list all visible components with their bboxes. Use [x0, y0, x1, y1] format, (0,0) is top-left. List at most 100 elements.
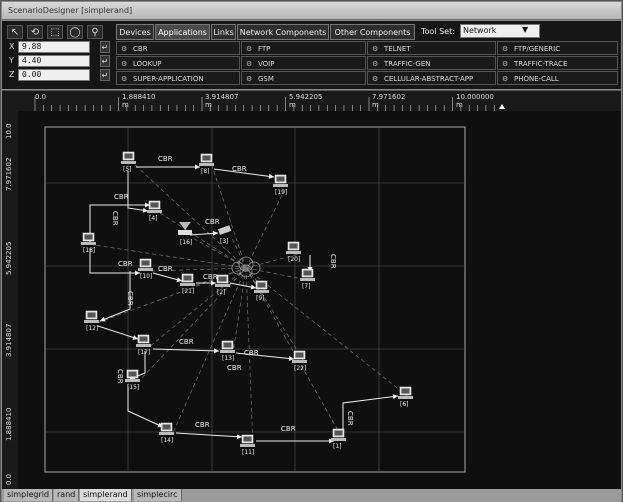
cbr-flow-label: CBR — [244, 349, 259, 357]
x-enter-button[interactable]: ↵ — [100, 41, 110, 53]
ruler-left-label: 1.888410 — [5, 407, 13, 441]
node-label: [19] — [275, 189, 287, 196]
z-enter-button[interactable]: ↵ — [100, 69, 110, 81]
cbr-flow-line — [175, 432, 243, 438]
rect-select-icon[interactable]: ⬚ — [47, 25, 63, 39]
flow-arrow-icon — [132, 335, 138, 340]
component-lookup[interactable]: ⚙ LOOKUP — [116, 56, 240, 70]
component-traffic-trace[interactable]: ⚙ TRAFFIC-TRACE — [497, 56, 618, 70]
zoom-icon[interactable]: ⚲ — [87, 25, 103, 39]
component-label: SUPER-APPLICATION — [133, 75, 204, 83]
computer-node-icon[interactable] — [81, 232, 96, 245]
app-component-icon: ⚙ — [372, 45, 379, 53]
component-super-application[interactable]: ⚙ SUPER-APPLICATION — [116, 71, 240, 85]
component-label: FTP/GENERIC — [514, 45, 561, 53]
canvas-area: 0.0 1.888410 m 3.914807 m 5.942205 m 7.971602 m 1… — [2, 90, 621, 489]
component-ftp-generic[interactable]: ⚙ FTP/GENERIC — [497, 41, 618, 55]
tab-applications[interactable]: Applications — [155, 24, 210, 40]
app-component-icon: ⚙ — [121, 75, 128, 83]
computer-node-icon[interactable] — [273, 174, 288, 187]
component-voip[interactable]: ⚙ VOIP — [241, 56, 366, 70]
computer-node-icon[interactable] — [300, 268, 315, 281]
scenario-canvas[interactable]: CBR CBR CBR CBR CBR CBR CBR CBR CBR CBR CBR CBR CBR C… — [18, 111, 621, 489]
y-enter-button[interactable]: ↵ — [100, 55, 110, 67]
arrow-tool-icon[interactable]: ↖ — [7, 25, 23, 39]
ruler-top-ticks — [34, 97, 505, 111]
wireless-link — [245, 186, 287, 269]
tab-links[interactable]: Links — [211, 24, 236, 40]
computer-node-icon[interactable] — [215, 274, 230, 287]
tab-network-components[interactable]: Network Components — [237, 24, 329, 40]
tab-devices[interactable]: Devices — [116, 24, 154, 40]
component-cellular-abstract-app[interactable]: ⚙ CELLULAR-ABSTRACT-APP — [367, 71, 496, 85]
tab-simplegrid[interactable]: simplegrid — [4, 489, 54, 501]
computer-node-icon[interactable] — [292, 350, 307, 363]
computer-node-icon[interactable] — [136, 334, 151, 347]
node-label: [20] — [288, 256, 300, 263]
app-component-icon: ⚙ — [246, 45, 253, 53]
cbr-flow-label: CBR — [227, 364, 242, 372]
scenario-scene[interactable]: CBRCBRCBRCBRCBRCBRCBRCBRCBRCBRCBR CBRCBRC… — [18, 111, 621, 489]
computer-node-icon[interactable] — [125, 369, 140, 382]
computer-node-icon[interactable] — [286, 241, 301, 254]
computer-node-icon[interactable] — [199, 153, 214, 166]
computer-node-icon[interactable] — [254, 280, 269, 293]
node-label: [22] — [294, 365, 306, 372]
tab-simplecirc[interactable]: simplecirc — [134, 489, 182, 501]
computer-node-icon[interactable] — [178, 222, 192, 235]
computer-node-icon[interactable] — [159, 422, 174, 435]
y-coordinate-input[interactable]: 4.40 — [18, 55, 90, 67]
wireless-link — [232, 267, 247, 354]
computer-node-icon[interactable] — [84, 310, 99, 323]
computer-node-icon[interactable] — [331, 428, 346, 441]
computer-node-icon[interactable] — [121, 151, 136, 164]
z-coordinate-input[interactable]: 0.00 — [18, 69, 90, 81]
computer-node-icon[interactable] — [147, 200, 162, 213]
cbr-flow-label: CBR — [346, 411, 354, 426]
lasso-select-icon[interactable]: ◯ — [67, 25, 83, 39]
computer-node-icon[interactable] — [240, 434, 255, 447]
x-label: X — [9, 42, 15, 51]
tab-simplerand[interactable]: simplerand — [80, 489, 132, 501]
component-traffic-gen[interactable]: ⚙ TRAFFIC-GEN — [367, 56, 496, 70]
wireless-link — [148, 267, 247, 348]
component-gsm[interactable]: ⚙ GSM — [241, 71, 366, 85]
app-component-icon: ⚙ — [246, 60, 253, 68]
computer-node-icon[interactable] — [180, 273, 195, 286]
component-label: LOOKUP — [133, 60, 162, 68]
component-cbr[interactable]: ⚙ CBR — [116, 41, 240, 55]
component-label: TRAFFIC-TRACE — [514, 60, 568, 68]
component-ftp[interactable]: ⚙ FTP — [241, 41, 366, 55]
computer-node-icon[interactable] — [217, 225, 232, 235]
node-label: [21] — [182, 288, 194, 295]
node-label: [13] — [222, 355, 234, 362]
cbr-flow-label: CBR — [195, 421, 210, 429]
computer-node-icon[interactable] — [398, 386, 413, 399]
chevron-down-icon[interactable]: ▼ — [522, 25, 528, 34]
scenario-boundary — [44, 126, 466, 473]
ruler-marker-icon — [499, 104, 505, 109]
scenario-designer-window: ScenarioDesigner [simplerand] ↖ ⟲ ⬚ ◯ ⚲ … — [0, 0, 623, 502]
component-label: CELLULAR-ABSTRACT-APP — [384, 75, 474, 83]
node-label: [8] — [201, 168, 210, 175]
cbr-flow-line — [97, 325, 139, 340]
rotate-tool-icon[interactable]: ⟲ — [27, 25, 43, 39]
component-label: TRAFFIC-GEN — [384, 60, 431, 68]
component-phone-call[interactable]: ⚙ PHONE-CALL — [497, 71, 618, 85]
wireless-link — [245, 267, 412, 400]
ruler-top: 0.0 1.888410 m 3.914807 m 5.942205 m 7.971602 m 1… — [2, 91, 621, 111]
tab-rand[interactable]: rand — [54, 489, 80, 501]
ruler-left-label: 10.0 — [5, 123, 13, 139]
x-coordinate-input[interactable]: 9.88 — [18, 41, 90, 53]
computer-node-icon[interactable] — [220, 340, 235, 353]
node-label: [4] — [149, 215, 158, 222]
wireless-link — [190, 236, 247, 269]
node-label: [17] — [138, 349, 150, 356]
app-component-icon: ⚙ — [121, 60, 128, 68]
computer-node-icon[interactable] — [138, 258, 153, 271]
tab-other-components[interactable]: Other Components — [330, 24, 415, 40]
cbr-flow-label: CBR — [179, 338, 194, 346]
component-telnet[interactable]: ⚙ TELNET — [367, 41, 496, 55]
node-label: [3] — [220, 238, 229, 245]
node-label: [7] — [302, 283, 311, 290]
